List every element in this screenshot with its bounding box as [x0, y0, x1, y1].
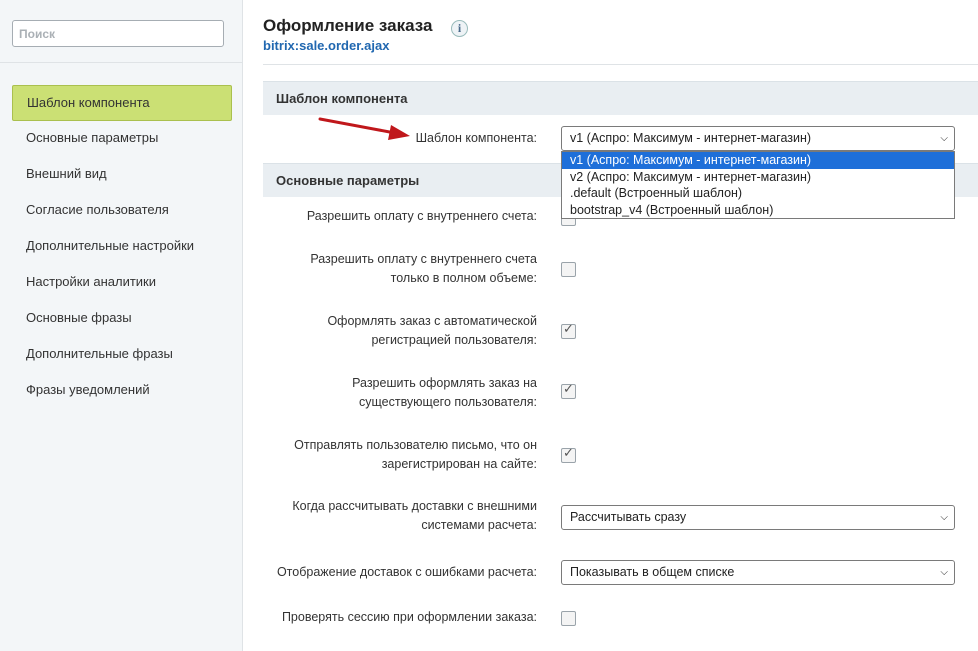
- section-header-template: Шаблон компонента: [263, 81, 978, 115]
- template-select[interactable]: v1 (Аспро: Максимум - интернет-магазин) …: [561, 126, 955, 151]
- param-label: Разрешить оформлять заказ на существующе…: [352, 376, 537, 409]
- page-title: Оформление заказа: [263, 16, 433, 35]
- chevron-down-icon: ⌵: [940, 512, 948, 523]
- existing-user-order-checkbox[interactable]: [561, 382, 576, 399]
- sidebar-item-notification-phrases[interactable]: Фразы уведомлений: [12, 373, 232, 409]
- template-dropdown-list: v1 (Аспро: Максимум - интернет-магазин) …: [561, 151, 955, 219]
- sidebar-item-user-consent[interactable]: Согласие пользователя: [12, 193, 232, 229]
- auto-register-checkbox[interactable]: [561, 322, 576, 339]
- param-label: Разрешить оплату с внутреннего счета:: [306, 209, 537, 223]
- dropdown-option[interactable]: .default (Встроенный шаблон): [562, 185, 954, 202]
- send-registration-email-checkbox[interactable]: [561, 446, 576, 463]
- param-label: Когда рассчитывать доставки с внешними с…: [292, 499, 537, 532]
- component-code: bitrix:sale.order.ajax: [263, 38, 390, 53]
- sidebar-item-component-template[interactable]: Шаблон компонента: [12, 85, 232, 121]
- dropdown-option[interactable]: v1 (Аспро: Максимум - интернет-магазин): [562, 152, 954, 169]
- sidebar-item-main-phrases[interactable]: Основные фразы: [12, 301, 232, 337]
- annotation-arrow-icon: [318, 117, 410, 140]
- check-session-checkbox[interactable]: [561, 611, 576, 626]
- delivery-errors-select[interactable]: Показывать в общем списке ⌵: [561, 560, 955, 585]
- param-label: Проверять сессию при оформлении заказа:: [281, 610, 537, 624]
- sidebar-item-additional-phrases[interactable]: Дополнительные фразы: [12, 337, 232, 373]
- search-input[interactable]: [12, 20, 224, 47]
- header-divider: [263, 64, 978, 65]
- param-label: Оформлять заказ с автоматической регистр…: [327, 314, 537, 347]
- delivery-errors-select-value: Показывать в общем списке: [570, 565, 735, 579]
- chevron-down-icon: ⌵: [940, 567, 948, 578]
- dropdown-option[interactable]: v2 (Аспро: Максимум - интернет-магазин): [562, 169, 954, 186]
- sidebar-item-analytics-settings[interactable]: Настройки аналитики: [12, 265, 232, 301]
- param-label: Отображение доставок с ошибками расчета:: [276, 565, 537, 579]
- sidebar-divider: [0, 62, 242, 63]
- dropdown-option[interactable]: bootstrap_v4 (Встроенный шаблон): [562, 202, 954, 219]
- sidebar-item-main-params[interactable]: Основные параметры: [12, 121, 232, 157]
- template-field-label: Шаблон компонента:: [415, 131, 537, 145]
- chevron-down-icon: ⌵: [940, 133, 948, 144]
- param-label: Разрешить оплату с внутреннего счета тол…: [310, 252, 537, 285]
- delivery-calc-select-value: Рассчитывать сразу: [570, 510, 687, 524]
- param-label: Отправлять пользователю письмо, что он з…: [294, 438, 537, 471]
- delivery-calc-select[interactable]: Рассчитывать сразу ⌵: [561, 505, 955, 530]
- sidebar: Шаблон компонента Основные параметры Вне…: [0, 0, 243, 651]
- sidebar-nav: Шаблон компонента Основные параметры Вне…: [12, 85, 232, 409]
- full-internal-payment-checkbox[interactable]: [561, 262, 576, 277]
- sidebar-item-additional-settings[interactable]: Дополнительные настройки: [12, 229, 232, 265]
- sidebar-item-appearance[interactable]: Внешний вид: [12, 157, 232, 193]
- template-select-value: v1 (Аспро: Максимум - интернет-магазин): [570, 131, 812, 145]
- info-icon[interactable]: i: [451, 20, 468, 37]
